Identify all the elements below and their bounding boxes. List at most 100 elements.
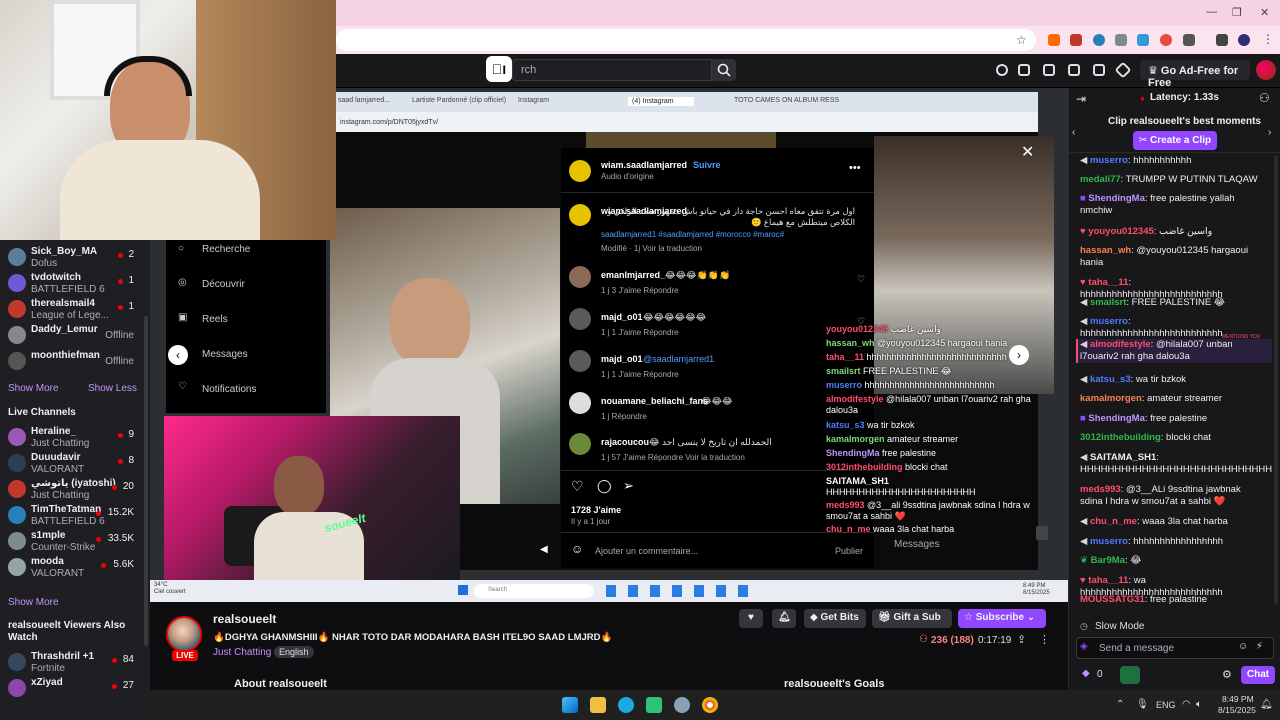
- chat-username[interactable]: Bar9Ma: [1091, 555, 1125, 566]
- sidebar-channel[interactable]: ياتوشي (iyatoshi) Just Chatting 20: [0, 477, 150, 503]
- extension-icon[interactable]: [1048, 34, 1060, 46]
- chat-username[interactable]: katsu_s3: [1090, 374, 1131, 385]
- address-input[interactable]: [336, 29, 1036, 51]
- notifications-button[interactable]: 🔔︎: [772, 609, 796, 628]
- chat-username[interactable]: ShendingMa: [1088, 413, 1144, 424]
- chat-username[interactable]: muserro: [1090, 536, 1128, 547]
- volume-icon[interactable]: ◀: [540, 544, 548, 555]
- settings-icon[interactable]: [674, 697, 690, 713]
- add-comment-input[interactable]: Ajouter un commentaire...: [595, 546, 698, 556]
- chat-username[interactable]: ShendingMa: [1088, 193, 1144, 204]
- subscribe-button[interactable]: ☆ Subscribe ⌄: [958, 609, 1046, 628]
- nav-notifications[interactable]: Notifications: [202, 384, 256, 395]
- comment-icon[interactable]: ◯: [597, 478, 612, 494]
- comment-text[interactable]: @saadlamjarred1: [643, 354, 714, 364]
- twitch-logo-icon[interactable]: ו⃞: [486, 56, 512, 82]
- extension-icon[interactable]: [1018, 64, 1030, 76]
- collapse-chat-icon[interactable]: ⇥: [1076, 92, 1086, 106]
- mic-icon[interactable]: 🎙︎: [1136, 699, 1149, 710]
- whispers-icon[interactable]: [1093, 64, 1105, 76]
- sidebar-channel[interactable]: Daddy_Lemur Offline: [0, 323, 150, 349]
- show-more-link[interactable]: Show More: [8, 597, 59, 608]
- sidebar-channel[interactable]: Sick_Boy_MA Dofus 2: [0, 245, 150, 271]
- more-options-icon[interactable]: •••: [849, 162, 861, 174]
- chat-username[interactable]: muserro: [1090, 316, 1128, 327]
- extension-icon[interactable]: [1093, 34, 1105, 46]
- sidebar-channel[interactable]: TimTheTatman BATTLEFIELD 6 15.2K: [0, 503, 150, 529]
- chat-username[interactable]: 3012inthebuilding: [1080, 432, 1161, 443]
- sidebar-channel[interactable]: tvdotwitch BATTLEFIELD 6 1: [0, 271, 150, 297]
- chat-username[interactable]: almodifestyle: [1090, 339, 1151, 350]
- prime-icon[interactable]: [996, 64, 1008, 76]
- chat-username[interactable]: taha__11: [1088, 277, 1128, 288]
- comment-user[interactable]: majd_o01: [601, 312, 643, 322]
- sidebar-channel[interactable]: therealsmail4 League of Lege... 1: [0, 297, 150, 323]
- comment-user[interactable]: rajacoucou: [601, 437, 649, 447]
- clock-date[interactable]: 8/15/2025: [1218, 705, 1256, 715]
- comment-user[interactable]: majd_o01: [601, 354, 643, 364]
- sidebar-channel[interactable]: Heraline_ Just Chatting 9: [0, 425, 150, 451]
- gift-sub-button[interactable]: 🎁︎ Gift a Sub: [872, 609, 952, 628]
- next-banner-icon[interactable]: ›: [1268, 127, 1271, 138]
- like-icon[interactable]: ♡: [857, 274, 865, 285]
- channel-points-icon[interactable]: ◆: [1082, 668, 1090, 679]
- bookmark-star-icon[interactable]: ☆: [1016, 33, 1027, 47]
- prev-banner-icon[interactable]: ‹: [1072, 127, 1075, 138]
- notification-bell-icon[interactable]: 🔔︎: [1260, 699, 1273, 710]
- nav-recherche[interactable]: Recherche: [202, 244, 250, 255]
- prev-post-button[interactable]: ‹: [168, 345, 188, 365]
- follow-heart-button[interactable]: ♥: [739, 609, 763, 628]
- share-icon[interactable]: ⇪: [1017, 633, 1026, 646]
- language-indicator[interactable]: ENG: [1156, 700, 1176, 710]
- chat-username[interactable]: hassan_wh: [1080, 245, 1131, 256]
- sidebar-channel[interactable]: s1mple Counter-Strike 33.5K: [0, 529, 150, 555]
- chat-username[interactable]: chu_n_me: [1090, 516, 1137, 527]
- more-options-icon[interactable]: ⋮: [1039, 633, 1050, 646]
- comment-user[interactable]: emanlmjarred_: [601, 270, 665, 280]
- ext-emote-icon[interactable]: ⚡: [1256, 641, 1263, 652]
- sidebar-channel[interactable]: xZiyad 27: [0, 676, 150, 702]
- chat-username[interactable]: taha__11: [1088, 575, 1128, 586]
- emote-picker-icon[interactable]: ☺: [1238, 641, 1248, 652]
- inbox-icon[interactable]: [1068, 64, 1080, 76]
- extensions-puzzle-icon[interactable]: [1183, 34, 1195, 46]
- get-bits-button[interactable]: ◆ Get Bits: [804, 609, 866, 628]
- browser-menu-icon[interactable]: ⋮: [1262, 32, 1274, 46]
- tag-english[interactable]: English: [274, 646, 314, 658]
- sidebar-channel[interactable]: mooda VALORANT 5.6K: [0, 555, 150, 581]
- clock-time[interactable]: 8:49 PM: [1222, 694, 1254, 704]
- show-more-link[interactable]: Show More: [8, 383, 59, 394]
- extension-icon[interactable]: [1070, 34, 1082, 46]
- share-icon[interactable]: ➢: [623, 478, 634, 494]
- crown-icon[interactable]: [1043, 64, 1055, 76]
- chat-username[interactable]: MOUSSATG31: [1080, 594, 1145, 605]
- profile-icon[interactable]: [1238, 34, 1250, 46]
- extension-icon[interactable]: [1137, 34, 1149, 46]
- chat-scrollbar[interactable]: [1274, 155, 1278, 605]
- chat-send-button[interactable]: Chat: [1241, 666, 1275, 684]
- sidebar-channel[interactable]: Thrashdril +1 Fortnite 84: [0, 650, 150, 676]
- app-icon[interactable]: [646, 697, 662, 713]
- search-input[interactable]: rch: [512, 59, 712, 81]
- edge-icon[interactable]: [618, 697, 634, 713]
- show-less-link[interactable]: Show Less: [88, 383, 137, 394]
- file-explorer-icon[interactable]: [590, 697, 606, 713]
- chat-username[interactable]: youyou012345: [1088, 226, 1153, 237]
- category-link[interactable]: Just Chatting: [213, 647, 271, 658]
- chat-username[interactable]: smailsrt: [1090, 297, 1126, 308]
- emoji-icon[interactable]: ☺: [571, 542, 583, 556]
- user-avatar[interactable]: [1256, 60, 1276, 80]
- post-author[interactable]: wiam.saadlamjarred: [601, 160, 687, 170]
- extension-icon[interactable]: [1160, 34, 1172, 46]
- nav-messages[interactable]: Messages: [202, 349, 248, 360]
- chat-username[interactable]: kamalmorgen: [1080, 393, 1142, 404]
- tray-chevron-icon[interactable]: ⌃: [1116, 699, 1124, 710]
- close-icon[interactable]: ✕: [1021, 142, 1034, 162]
- users-icon[interactable]: ⚇: [1259, 91, 1270, 105]
- scrollbar-thumb[interactable]: [1036, 526, 1048, 540]
- chat-username[interactable]: SAITAMA_SH1: [1090, 452, 1156, 463]
- chat-username[interactable]: muserro: [1090, 155, 1128, 166]
- nav-decouvrir[interactable]: Découvrir: [202, 279, 245, 290]
- chat-settings-icon[interactable]: ⚙: [1222, 668, 1232, 681]
- wifi-icon[interactable]: ◠: [1182, 699, 1191, 710]
